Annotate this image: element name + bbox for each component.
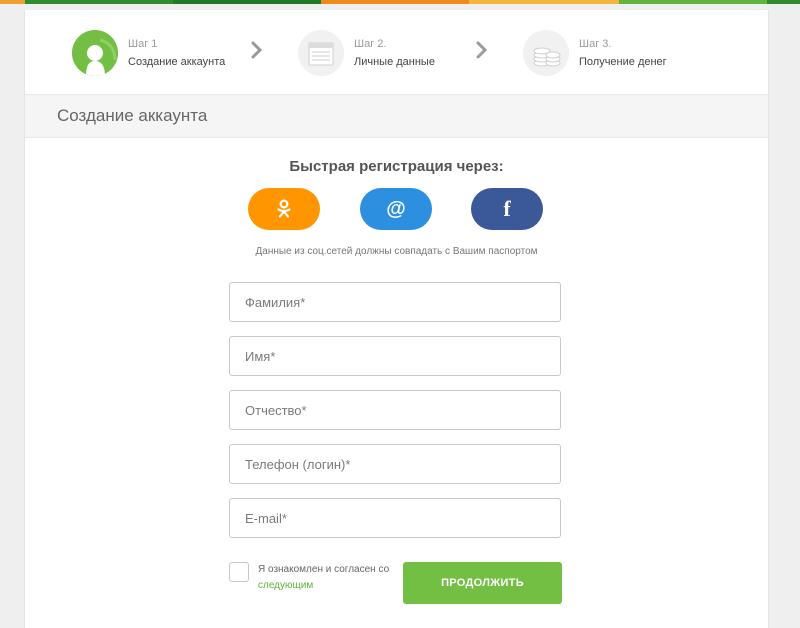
page-title: Создание аккаунта [57, 106, 208, 125]
top-bar-segment [321, 0, 469, 4]
top-bar-segment [25, 0, 173, 4]
step-name: Личные данные [354, 56, 435, 68]
top-bar-segment [469, 0, 619, 4]
odnoklassniki-icon [277, 199, 291, 218]
user-icon [72, 30, 118, 76]
first-name-input[interactable] [229, 336, 561, 376]
agree-checkbox[interactable] [229, 562, 249, 582]
step-number: Шаг 2. [354, 38, 387, 50]
top-color-bar [0, 0, 800, 10]
step-name: Получение денег [579, 56, 667, 68]
top-bar-segment [0, 0, 25, 4]
step-number: Шаг 1 [128, 38, 158, 50]
email-input[interactable] [229, 498, 561, 538]
odnoklassniki-button[interactable] [248, 188, 320, 230]
progress-steps: Шаг 1 Создание аккаунта Шаг 2. Личные да… [25, 10, 768, 94]
step-1: Шаг 1 Создание аккаунта [72, 30, 225, 76]
document-icon [298, 30, 344, 76]
facebook-button[interactable]: f [471, 188, 543, 230]
facebook-icon: f [503, 196, 511, 221]
phone-login-input[interactable] [229, 444, 561, 484]
surname-input[interactable] [229, 282, 561, 322]
step-2: Шаг 2. Личные данные [298, 30, 435, 76]
top-bar-segment [767, 0, 800, 4]
agree-text: Я ознакомлен и согласен со [258, 564, 390, 575]
registration-page: Шаг 1 Создание аккаунта Шаг 2. Личные да… [24, 10, 769, 628]
top-bar-segment [173, 0, 321, 4]
terms-link[interactable]: следующим [258, 580, 313, 591]
quick-registration-title: Быстрая регистрация через: [289, 158, 504, 175]
top-bar-segment [619, 0, 767, 4]
agree-label: Я ознакомлен и согласен со следующим [258, 562, 398, 594]
step-3: Шаг 3. Получение денег [523, 30, 667, 76]
mailru-button[interactable]: @ [360, 188, 432, 230]
step-number: Шаг 3. [579, 38, 612, 50]
continue-button[interactable]: ПРОДОЛЖИТЬ [403, 562, 562, 604]
mailru-icon: @ [386, 197, 406, 220]
patronymic-input[interactable] [229, 390, 561, 430]
chevron-right-icon [251, 41, 263, 59]
chevron-right-icon [476, 41, 488, 59]
step-name: Создание аккаунта [128, 56, 226, 68]
social-note: Данные из соц.сетей должны совпадать с В… [255, 246, 538, 257]
coins-icon [523, 30, 569, 76]
section-header: Создание аккаунта [25, 94, 768, 138]
